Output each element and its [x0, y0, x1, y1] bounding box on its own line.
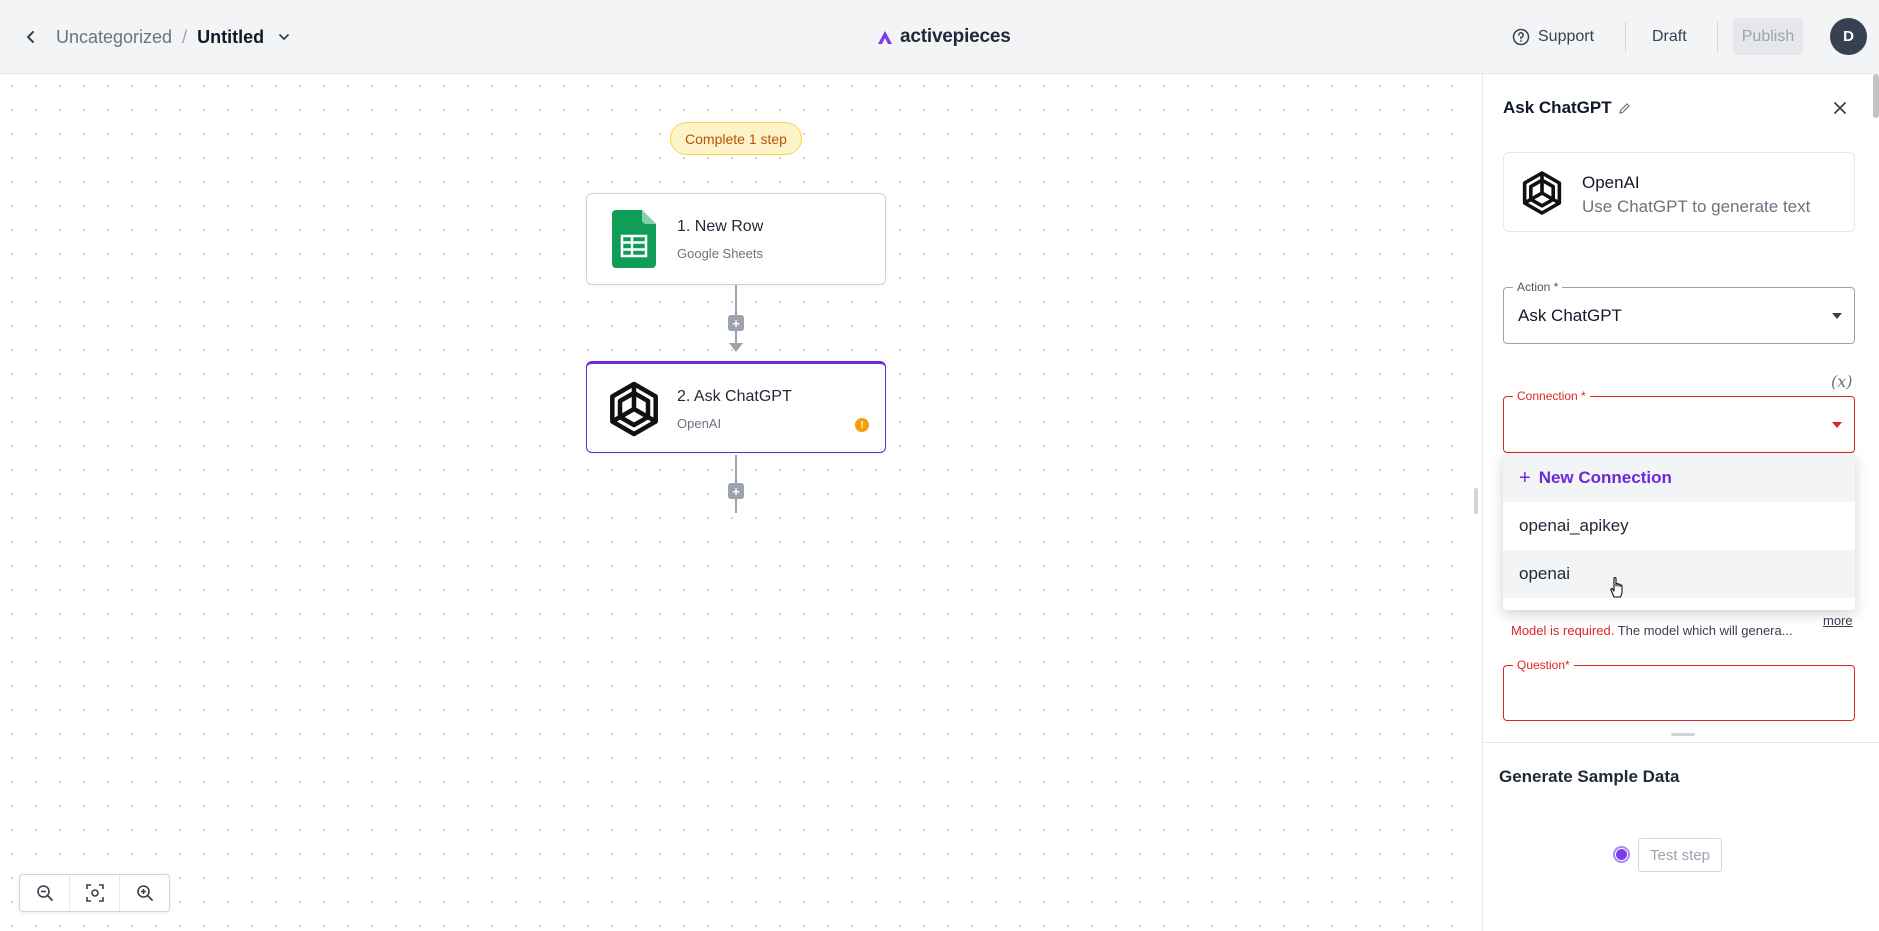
- caret-down-icon: [1832, 422, 1842, 428]
- step-card-new-row[interactable]: 1. New Row Google Sheets: [586, 193, 886, 285]
- help-circle-icon: [1512, 28, 1530, 46]
- step-title: 1. New Row: [677, 218, 764, 235]
- action-value: Ask ChatGPT: [1518, 306, 1622, 325]
- openai-icon: [603, 378, 665, 440]
- brand-logo: activepieces: [876, 24, 1011, 50]
- connection-select[interactable]: Connection *: [1503, 389, 1855, 453]
- question-input[interactable]: Question*: [1503, 658, 1855, 721]
- zoom-out-button[interactable]: [20, 875, 69, 911]
- hand-pointer-icon: [1610, 576, 1623, 598]
- chevron-left-icon: [27, 31, 34, 43]
- close-icon: [1834, 102, 1846, 114]
- connector-line: [735, 285, 737, 343]
- step-settings-panel: Ask ChatGPT OpenAI Use ChatGPT to genera…: [1482, 74, 1879, 931]
- activepieces-logo-icon: [878, 31, 892, 44]
- breadcrumb-separator: /: [182, 26, 188, 47]
- avatar[interactable]: D: [1830, 18, 1867, 55]
- connection-option-openai[interactable]: openai: [1503, 550, 1855, 598]
- brand-name: activepieces: [900, 26, 1011, 47]
- flow-menu-button[interactable]: [278, 31, 290, 43]
- status-dot-icon: [1613, 846, 1630, 863]
- chevron-down-icon: [279, 34, 289, 40]
- flow-name[interactable]: Untitled: [197, 27, 264, 48]
- dynamic-value-toggle[interactable]: (x): [1831, 372, 1853, 391]
- step-title: 2. Ask ChatGPT: [677, 388, 792, 405]
- caret-down-icon: [1832, 313, 1842, 319]
- panel-scrollbar[interactable]: [1873, 74, 1879, 118]
- sample-data-section: Generate Sample Data Test step: [1483, 742, 1879, 931]
- openai-icon: [1516, 167, 1568, 219]
- draft-status: Draft: [1652, 28, 1687, 45]
- action-select[interactable]: Action * Ask ChatGPT: [1503, 280, 1855, 344]
- support-label: Support: [1538, 28, 1595, 45]
- breadcrumb: Uncategorized / Untitled: [56, 24, 290, 50]
- connection-option-openai-apikey[interactable]: openai_apikey: [1503, 502, 1855, 550]
- plus-icon: +: [1519, 466, 1531, 489]
- connection-dropdown: + New Connection openai_apikey openai: [1503, 454, 1855, 610]
- panel-resize-handle[interactable]: [1474, 488, 1478, 514]
- step-subtitle: Google Sheets: [677, 246, 764, 261]
- question-label: Question*: [1513, 658, 1574, 672]
- zoom-out-icon: [36, 885, 53, 901]
- header-divider: [1625, 22, 1626, 52]
- publish-button[interactable]: Publish: [1733, 18, 1803, 55]
- panel-title[interactable]: Ask ChatGPT: [1503, 98, 1631, 118]
- more-link[interactable]: more: [1823, 613, 1853, 628]
- zoom-in-button[interactable]: [119, 875, 169, 911]
- step-subtitle: OpenAI: [677, 416, 722, 431]
- sample-data-title: Generate Sample Data: [1499, 767, 1680, 786]
- top-bar: Uncategorized / Untitled activepieces Su…: [0, 0, 1879, 74]
- fit-view-button[interactable]: [69, 875, 119, 911]
- test-step-button[interactable]: Test step: [1638, 838, 1722, 872]
- warning-icon: !: [855, 418, 869, 432]
- pencil-icon: [1618, 102, 1630, 114]
- connector-arrow-icon: [729, 343, 743, 352]
- piece-card: OpenAI Use ChatGPT to generate text: [1503, 152, 1855, 232]
- step-card-ask-chatgpt[interactable]: 2. Ask ChatGPT OpenAI !: [586, 361, 886, 453]
- back-button[interactable]: [18, 24, 44, 50]
- model-hint: The model which will genera...: [1617, 623, 1793, 638]
- google-sheets-icon: [603, 208, 665, 270]
- incomplete-steps-badge[interactable]: Complete 1 step: [670, 122, 802, 155]
- add-step-button[interactable]: +: [728, 483, 744, 499]
- new-connection-option[interactable]: + New Connection: [1503, 454, 1855, 502]
- model-helper-text: Model is required. The model which will …: [1511, 623, 1793, 638]
- close-panel-button[interactable]: [1828, 96, 1852, 120]
- new-connection-label: New Connection: [1538, 468, 1672, 487]
- header-divider: [1717, 22, 1718, 52]
- model-error: Model is required.: [1511, 623, 1615, 638]
- piece-name: OpenAI: [1582, 173, 1640, 192]
- step-name: Ask ChatGPT: [1503, 98, 1612, 117]
- fit-view-icon: [85, 884, 104, 902]
- add-step-button[interactable]: +: [728, 315, 744, 331]
- zoom-controls: [19, 874, 170, 912]
- action-label: Action *: [1513, 280, 1563, 294]
- connection-label: Connection *: [1513, 389, 1590, 403]
- support-button[interactable]: Support: [1512, 22, 1594, 52]
- split-resize-handle[interactable]: [1671, 733, 1695, 736]
- piece-description: Use ChatGPT to generate text: [1582, 197, 1811, 216]
- breadcrumb-folder[interactable]: Uncategorized: [56, 27, 172, 48]
- zoom-in-icon: [136, 885, 153, 901]
- flow-canvas[interactable]: Complete 1 step 1. New Row Google Sheets…: [0, 74, 1473, 931]
